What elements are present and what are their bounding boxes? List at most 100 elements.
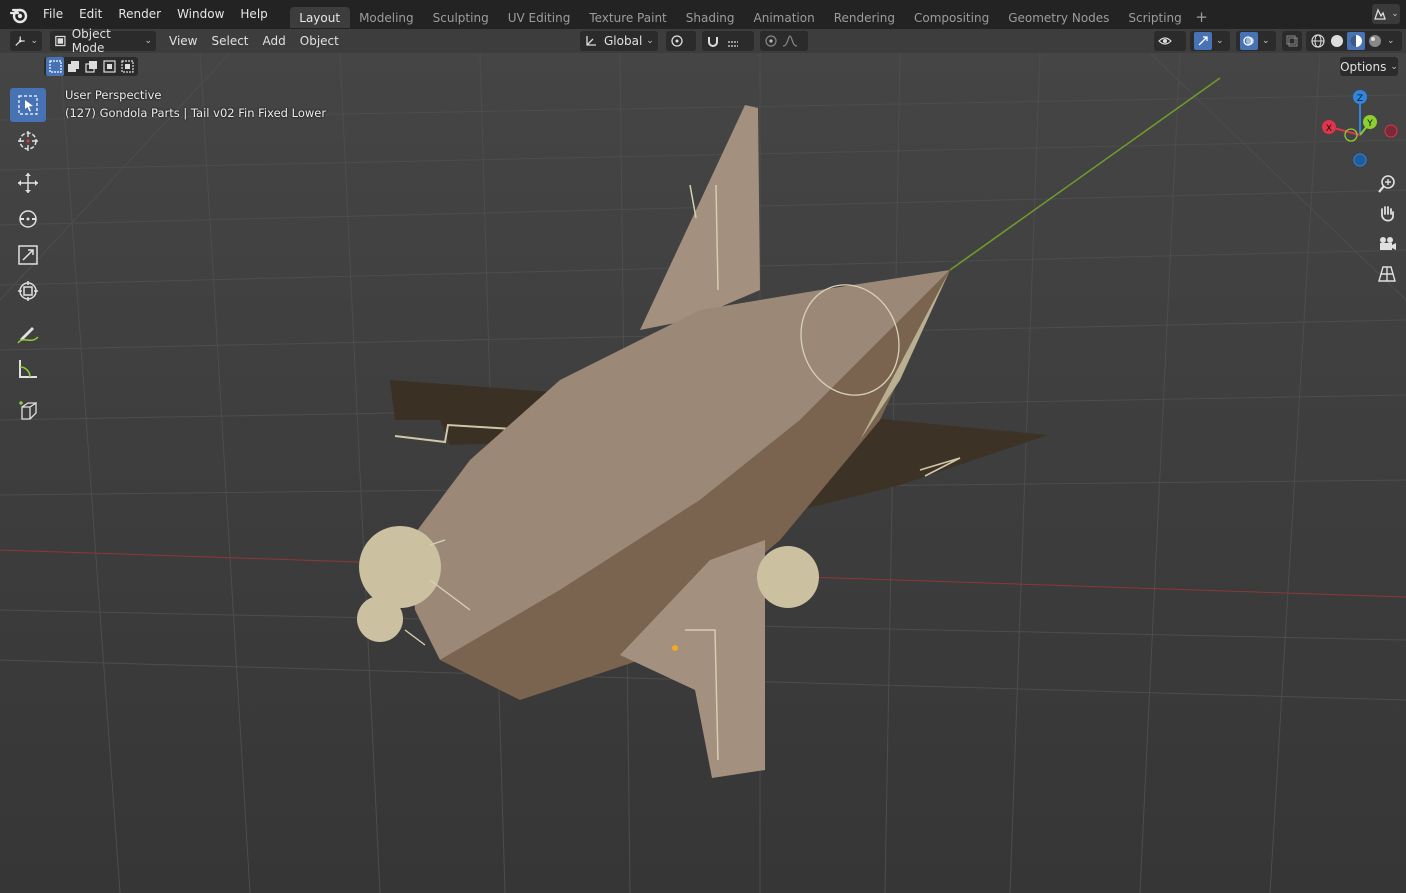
menu-view[interactable]: View (162, 34, 204, 48)
overlays-toggle[interactable]: ⌄ (1236, 31, 1276, 51)
navigation-gizmo[interactable]: Z Y X (1318, 89, 1406, 169)
tab-scripting[interactable]: Scripting (1119, 7, 1191, 28)
tool-rotate[interactable] (10, 202, 46, 236)
pivot-icon (671, 35, 683, 47)
perspective-toggle-button[interactable] (1374, 261, 1400, 287)
tool-transform[interactable] (10, 274, 46, 308)
tab-geometry-nodes[interactable]: Geometry Nodes (999, 7, 1119, 28)
scene-selector-button[interactable]: ⌄ (1372, 4, 1400, 24)
menu-render[interactable]: Render (110, 0, 169, 29)
select-extend-button[interactable] (64, 57, 82, 76)
orientation-label: Global (604, 34, 643, 48)
solid-shading-icon[interactable] (1329, 33, 1345, 49)
move-icon (18, 173, 38, 193)
snap-increment-icon (728, 41, 738, 47)
select-box-icon (18, 95, 38, 115)
tab-rendering[interactable]: Rendering (824, 7, 904, 28)
tool-scale[interactable] (10, 238, 46, 272)
tab-modeling[interactable]: Modeling (350, 7, 424, 28)
hand-icon (1381, 206, 1394, 222)
options-dropdown[interactable]: Options ⌄ (1340, 57, 1398, 76)
magnet-icon (708, 37, 718, 47)
add-workspace-button[interactable]: + (1195, 8, 1208, 26)
selection-mode-buttons (44, 57, 138, 76)
tool-add-cube[interactable] (10, 394, 46, 428)
tab-shading[interactable]: Shading (676, 7, 744, 28)
3d-viewport[interactable]: Z Y X (0, 53, 1406, 893)
pivot-point-dropdown[interactable] (666, 31, 696, 51)
menu-help[interactable]: Help (232, 0, 275, 29)
chevron-down-icon: ⌄ (1390, 61, 1398, 72)
blender-logo-icon[interactable] (9, 5, 29, 25)
menu-edit[interactable]: Edit (71, 0, 110, 29)
tab-sculpting[interactable]: Sculpting (423, 7, 498, 28)
chevron-down-icon: ⌄ (144, 36, 152, 46)
mode-label: Object Mode (71, 27, 111, 55)
chevron-down-icon: ⌄ (30, 36, 38, 46)
shading-modes[interactable]: ⌄ (1306, 31, 1402, 51)
overlays-icon (1240, 32, 1258, 50)
tab-uv-editing[interactable]: UV Editing (498, 7, 580, 28)
select-invert-button[interactable] (100, 57, 118, 76)
pan-button[interactable] (1374, 201, 1400, 227)
tool-cursor[interactable] (10, 124, 46, 158)
measure-icon (19, 360, 37, 378)
tab-layout[interactable]: Layout (289, 7, 350, 28)
xray-icon (1286, 35, 1298, 47)
chevron-down-icon: ⌄ (1262, 36, 1270, 46)
gizmo-y-label: Y (1366, 119, 1373, 129)
mode-selector[interactable]: Object Mode ⌄ (50, 27, 156, 55)
menu-add[interactable]: Add (256, 34, 293, 48)
viewport-editor-icon (15, 36, 25, 46)
tool-measure[interactable] (10, 352, 46, 386)
tab-texture-paint[interactable]: Texture Paint (580, 7, 676, 28)
xray-toggle[interactable] (1282, 31, 1302, 51)
eye-icon (1158, 37, 1172, 45)
rendered-shading-icon[interactable] (1367, 33, 1383, 49)
wireframe-shading-icon[interactable] (1310, 33, 1326, 49)
select-new-button[interactable] (46, 57, 64, 76)
tool-move[interactable] (10, 166, 46, 200)
cursor-icon (18, 131, 38, 151)
view-name-label: User Perspective (65, 88, 162, 102)
select-new-icon (48, 60, 62, 73)
viewport-scene[interactable] (0, 53, 1406, 893)
gizmo-toggle[interactable]: ⌄ (1190, 31, 1230, 51)
camera-icon (1380, 237, 1396, 250)
viewport-header: ⌄ Object Mode ⌄ View Select Add Object G… (0, 27, 1406, 55)
workspace-tabs: Layout Modeling Sculpting UV Editing Tex… (289, 0, 1208, 29)
camera-view-button[interactable] (1374, 231, 1400, 257)
select-subtract-button[interactable] (82, 57, 100, 76)
select-intersect-button[interactable] (118, 57, 136, 76)
tool-annotate[interactable] (10, 316, 46, 350)
zoom-button[interactable] (1374, 171, 1400, 197)
transform-orientation-dropdown[interactable]: Global ⌄ (580, 31, 658, 51)
zoom-icon (1378, 175, 1395, 193)
options-label: Options (1340, 59, 1387, 74)
tab-animation[interactable]: Animation (744, 7, 824, 28)
propeller-disc-large (359, 526, 441, 608)
object-origin (672, 645, 678, 651)
top-bar: File Edit Render Window Help Layout Mode… (0, 0, 1406, 29)
chevron-down-icon: ⌄ (1387, 36, 1395, 46)
propeller-disc-right (757, 546, 819, 608)
menu-window[interactable]: Window (169, 0, 232, 29)
tab-compositing[interactable]: Compositing (904, 7, 998, 28)
menu-object[interactable]: Object (293, 34, 346, 48)
gizmo-icon (1194, 32, 1212, 50)
select-extend-icon (67, 61, 79, 72)
scale-icon (18, 245, 38, 265)
snapping-controls[interactable] (702, 31, 754, 51)
add-cube-icon (19, 401, 37, 420)
menu-file[interactable]: File (35, 0, 71, 29)
select-invert-icon (102, 60, 116, 73)
rotate-icon (19, 210, 37, 228)
tool-select-box[interactable] (10, 88, 46, 122)
editor-type-button[interactable]: ⌄ (10, 31, 42, 51)
proportional-editing-controls[interactable] (760, 31, 808, 51)
menu-select[interactable]: Select (204, 34, 255, 48)
visibility-dropdown[interactable] (1154, 31, 1186, 51)
material-preview-shading-icon[interactable] (1347, 32, 1365, 50)
select-intersect-icon (120, 60, 134, 73)
chevron-down-icon: ⌄ (1216, 36, 1224, 46)
